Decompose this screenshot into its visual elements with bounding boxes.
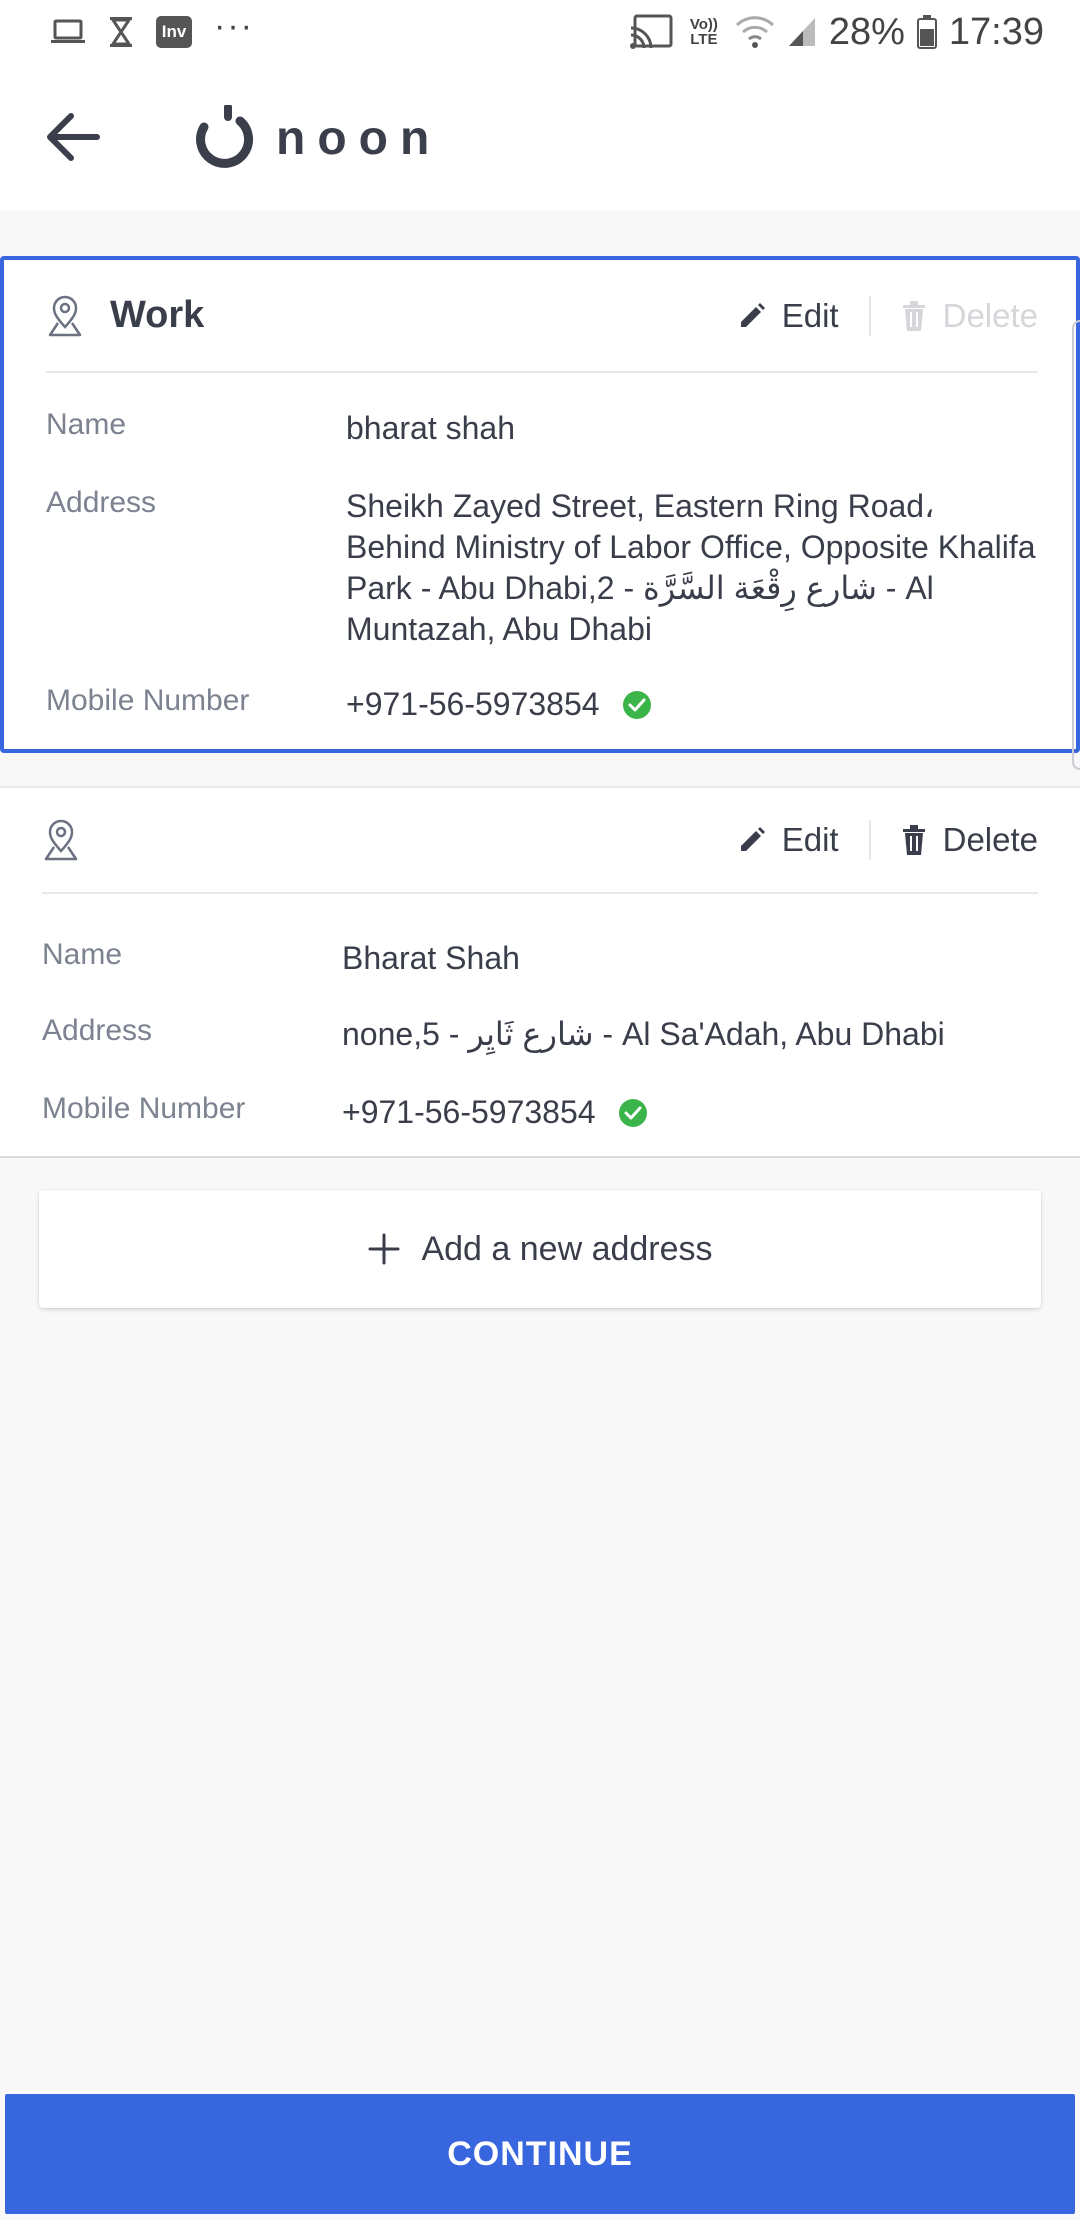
mobile-container: +971-56-5973854 xyxy=(342,1092,1044,1133)
continue-button[interactable]: CONTINUE xyxy=(5,2094,1075,2214)
arrow-left-icon xyxy=(47,113,100,161)
name-label: Name xyxy=(46,408,127,441)
address-details: Name Bharat Shah Address none,5 - شارع ث… xyxy=(42,788,1044,1156)
volte-icon: Vo)) LTE xyxy=(689,16,718,48)
address-card[interactable]: Edit Delete Name Bharat Shah Address non… xyxy=(0,786,1080,1158)
name-label: Name xyxy=(42,938,123,971)
inv-app-icon: Inv xyxy=(156,16,192,48)
battery-icon xyxy=(916,15,937,49)
address-value: Sheikh Zayed Street, Eastern Ring Road، … xyxy=(346,488,1036,647)
name-row: Name bharat shah xyxy=(46,408,1040,449)
mobile-value: +971-56-5973854 xyxy=(346,686,600,722)
noon-logo-icon xyxy=(196,105,254,168)
laptop-icon xyxy=(50,18,86,46)
app-header: noon xyxy=(0,64,1080,210)
name-value: Bharat Shah xyxy=(342,940,520,976)
address-card-selected[interactable]: Work Edit Delete Name bharat shah Addres… xyxy=(0,256,1080,753)
address-row: Address Sheikh Zayed Street, Eastern Rin… xyxy=(46,486,1040,650)
back-button[interactable] xyxy=(40,104,106,170)
address-value: none,5 - شارع ثَايِر - Al Sa'Adah, Abu D… xyxy=(342,1016,945,1052)
clock: 17:39 xyxy=(948,10,1044,53)
noon-logo: noon xyxy=(190,98,441,178)
verified-check-icon xyxy=(622,690,652,720)
battery-percent: 28% xyxy=(828,10,905,53)
name-row: Name Bharat Shah xyxy=(42,938,1044,979)
logo-text: noon xyxy=(276,111,442,165)
address-field-label: Address xyxy=(46,486,157,519)
plus-icon xyxy=(368,1233,400,1265)
status-bar: Inv ··· Vo)) LTE 28% 17:39 xyxy=(0,0,1080,64)
address-details: Name bharat shah Address Sheikh Zayed St… xyxy=(46,260,1040,749)
mobile-value: +971-56-5973854 xyxy=(342,1094,596,1130)
name-value: bharat shah xyxy=(346,410,516,446)
address-row: Address none,5 - شارع ثَايِر - Al Sa'Ada… xyxy=(42,1014,1044,1055)
hourglass-icon xyxy=(108,16,134,48)
verified-check-icon xyxy=(618,1098,648,1128)
status-left: Inv ··· xyxy=(50,7,254,48)
mobile-label: Mobile Number xyxy=(46,684,250,717)
mobile-row: Mobile Number +971-56-5973854 xyxy=(42,1092,1044,1133)
signal-icon xyxy=(787,16,817,48)
mobile-row: Mobile Number +971-56-5973854 xyxy=(46,684,1040,725)
wifi-icon xyxy=(735,15,775,49)
mobile-container: +971-56-5973854 xyxy=(346,684,1040,725)
address-field-label: Address xyxy=(42,1014,153,1047)
add-address-label: Add a new address xyxy=(421,1229,713,1268)
scroll-edge-handle xyxy=(1072,320,1080,770)
cast-icon xyxy=(629,14,673,50)
more-dots-icon: ··· xyxy=(214,7,254,45)
add-address-button[interactable]: Add a new address xyxy=(39,1190,1041,1308)
status-right: Vo)) LTE 28% 17:39 xyxy=(629,11,1044,54)
mobile-label: Mobile Number xyxy=(42,1092,246,1125)
